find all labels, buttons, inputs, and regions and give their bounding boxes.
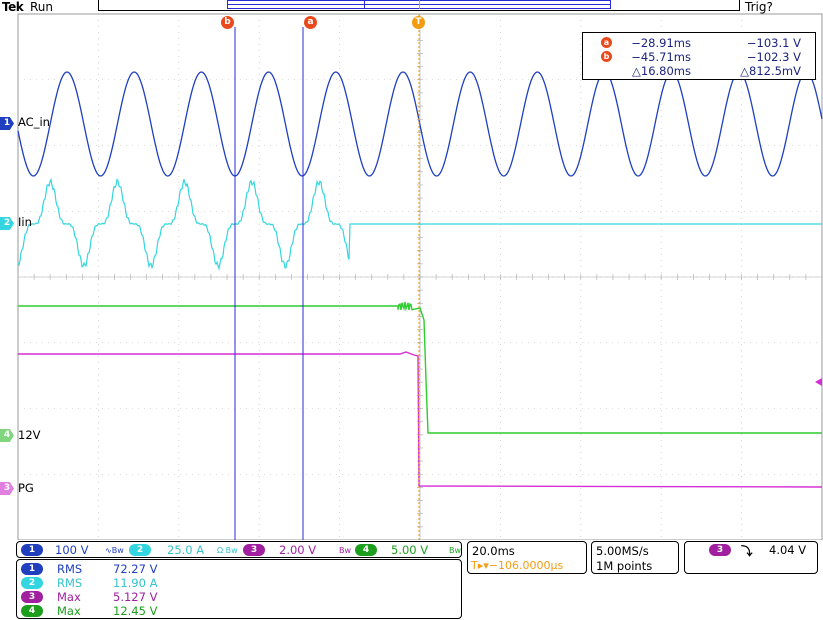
trigger-position-handle[interactable]: T	[412, 16, 425, 29]
meas3-value: 5.127 V	[113, 590, 158, 604]
cursor-readout: a −28.91ms −103.1 V b −45.71ms −102.3 V …	[582, 32, 816, 80]
measurement-panel[interactable]: 1 RMS 72.27 V 2 RMS 11.90 A 3 Max 5.127 …	[16, 559, 462, 619]
meas3-type: Max	[57, 590, 81, 604]
meas3-badge: 3	[21, 591, 43, 603]
ch4-bandwidth-icon: Bw	[449, 546, 462, 555]
ch4-badge[interactable]: 4	[355, 544, 377, 556]
measurement-row: 2 RMS 11.90 A	[17, 576, 461, 590]
trigger-level-arrow[interactable]	[815, 378, 822, 386]
ch1-badge[interactable]: 1	[21, 544, 43, 556]
meas1-value: 72.27 V	[113, 562, 158, 576]
ch2-termination-icon: Ω Bw	[217, 546, 238, 555]
meas2-type: RMS	[57, 576, 83, 590]
ch2-scale[interactable]: 25.0 A	[167, 543, 204, 557]
ch1-scale[interactable]: 100 V	[55, 543, 88, 557]
meas4-badge: 4	[21, 605, 43, 617]
cursor-b-badge: b	[601, 51, 612, 62]
cursor-a-time: −28.91ms	[631, 36, 691, 50]
graticule	[17, 13, 823, 540]
sample-rate: 5.00MS/s	[596, 544, 649, 558]
cursor-a-value: −103.1 V	[746, 36, 801, 50]
meas2-value: 11.90 A	[113, 576, 158, 590]
record-length: 1M points	[596, 559, 653, 573]
ch4-scale[interactable]: 5.00 V	[391, 543, 428, 557]
cursor-a-handle[interactable]: a	[304, 16, 317, 29]
cursor-b-time: −45.71ms	[631, 50, 691, 64]
timebase-panel[interactable]: 20.0ms T▸▾−106.0000µs	[467, 541, 587, 574]
ch1-label: AC_in	[18, 115, 50, 129]
trigger-level[interactable]: 4.04 V	[769, 543, 806, 557]
acquisition-panel[interactable]: 5.00MS/s 1M points	[591, 541, 679, 574]
readout-area: 1 100 V ∿Bw 2 25.0 A Ω Bw 3 2.00 V Bw 4 …	[0, 540, 823, 620]
vertical-settings-bar[interactable]: 1 100 V ∿Bw 2 25.0 A Ω Bw 3 2.00 V Bw 4 …	[16, 541, 462, 558]
ch3-scale[interactable]: 2.00 V	[279, 543, 316, 557]
ch4-label: 12V	[18, 428, 41, 442]
waveform-display[interactable]	[0, 0, 823, 540]
meas1-type: RMS	[57, 562, 83, 576]
measurement-row: 3 Max 5.127 V	[17, 590, 461, 604]
ch1-coupling-icon: ∿Bw	[105, 546, 124, 555]
trigger-panel[interactable]: 3 ⤵ 4.04 V	[684, 541, 818, 574]
meas2-badge: 2	[21, 577, 43, 589]
trigger-source-badge: 3	[709, 544, 731, 556]
ch2-label: Iin	[18, 215, 32, 229]
cursor-b-handle[interactable]: b	[221, 16, 234, 29]
ch3-label: PG	[18, 481, 34, 495]
ch3-bandwidth-icon: Bw	[339, 546, 352, 555]
horizontal-position[interactable]: T▸▾−106.0000µs	[471, 559, 563, 572]
measurement-row: 4 Max 12.45 V	[17, 604, 461, 618]
cursor-delta-value: △812.5mV	[740, 64, 801, 78]
ch3-badge[interactable]: 3	[243, 544, 265, 556]
meas4-value: 12.45 V	[113, 604, 158, 618]
ch2-badge[interactable]: 2	[129, 544, 151, 556]
meas1-badge: 1	[21, 563, 43, 575]
cursor-b-value: −102.3 V	[746, 50, 801, 64]
cursor-delta-time: △16.80ms	[632, 64, 691, 78]
measurement-row: 1 RMS 72.27 V	[17, 562, 461, 576]
timebase-scale[interactable]: 20.0ms	[472, 544, 515, 558]
meas4-type: Max	[57, 604, 81, 618]
cursor-a-badge: a	[601, 37, 612, 48]
falling-edge-icon: ⤵	[741, 544, 753, 558]
